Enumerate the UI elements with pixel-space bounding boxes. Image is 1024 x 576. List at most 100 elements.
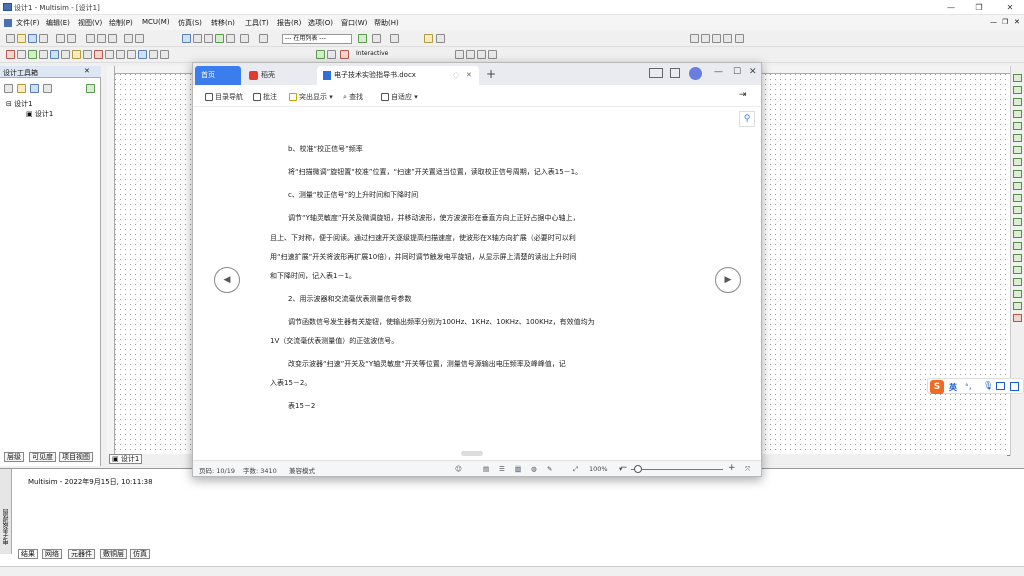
tab-simulation[interactable]: 仿真: [130, 549, 150, 559]
description-box-icon[interactable]: [226, 34, 235, 43]
context-help-icon[interactable]: [436, 34, 445, 43]
reading-view-icon[interactable]: ▥: [515, 465, 522, 473]
stop-icon[interactable]: [340, 50, 349, 59]
interactive-mode-label[interactable]: Interactive: [354, 50, 432, 60]
spectrum-analyzer-icon[interactable]: [1013, 218, 1022, 226]
indicator-component-icon[interactable]: [105, 50, 114, 59]
spreadsheet-view-icon[interactable]: [204, 34, 213, 43]
tab-document[interactable]: 电子技术实验指导书.docx ◌ ✕: [317, 66, 479, 85]
source-component-icon[interactable]: [6, 50, 15, 59]
tab-design1[interactable]: ▣ 设计1: [109, 454, 143, 464]
page-indicator[interactable]: 页码: 10/19: [199, 465, 235, 475]
outline-view-icon[interactable]: ☰: [499, 465, 505, 473]
window-layout-icon[interactable]: [649, 68, 663, 78]
tab-copper-layers[interactable]: 敷铜层: [100, 549, 127, 559]
fit-page-icon[interactable]: ⤢: [573, 465, 578, 474]
toggle-grid-icon[interactable]: [193, 34, 202, 43]
forward-annotate-icon[interactable]: [390, 34, 399, 43]
in-use-list-dropdown[interactable]: --- 在用列表 ---: [282, 34, 352, 44]
restore-button[interactable]: ❐: [972, 2, 986, 13]
misc-component-icon[interactable]: [127, 50, 136, 59]
mdi-close-button[interactable]: ✕: [1014, 18, 1020, 26]
paste-icon[interactable]: [108, 34, 117, 43]
iv-analyzer-icon[interactable]: [1013, 194, 1022, 202]
zoom-in-icon[interactable]: [690, 34, 699, 43]
exit-reading-icon[interactable]: ⇥: [739, 90, 747, 100]
zoom-area-icon[interactable]: [712, 34, 721, 43]
open-sample-icon[interactable]: [39, 34, 48, 43]
word-count[interactable]: 字数: 3410: [243, 465, 277, 475]
output-side-tab[interactable]: 电子表格视图: [0, 469, 12, 554]
highlight-button[interactable]: 突出显示 ▾: [289, 92, 333, 102]
menu-help[interactable]: 帮助(H): [374, 18, 399, 28]
close-design-icon[interactable]: [43, 84, 52, 93]
ime-punctuation[interactable]: °，: [965, 382, 976, 392]
grapher-icon[interactable]: [240, 34, 249, 43]
toc-navigation-button[interactable]: 目录导航: [205, 92, 243, 102]
ni-elvis-icon[interactable]: [1013, 302, 1022, 310]
cut-icon[interactable]: [86, 34, 95, 43]
tab-home[interactable]: 首页: [195, 66, 241, 85]
sogou-logo-icon[interactable]: S: [930, 380, 944, 394]
close-button[interactable]: ✕: [1003, 2, 1017, 13]
comment-button[interactable]: 批注: [253, 92, 277, 102]
open-icon[interactable]: [17, 34, 26, 43]
current-probe-icon[interactable]: [477, 50, 486, 59]
voltage-probe-icon[interactable]: [466, 50, 475, 59]
menu-reports[interactable]: 报告(R): [277, 18, 301, 28]
tab-bubble-icon[interactable]: ◌: [453, 66, 459, 85]
next-page-arrow-icon[interactable]: ▶: [715, 267, 741, 293]
document-page[interactable]: b、校准“校正信号”频率 将“扫描微调”旋钮置“校准”位置，“扫速”开关置适当位…: [193, 107, 761, 459]
agilent-oscilloscope-icon[interactable]: [1013, 266, 1022, 274]
zoom-in-button[interactable]: +: [728, 463, 736, 473]
power-component-icon[interactable]: [116, 50, 125, 59]
tab-nets[interactable]: 网络: [42, 549, 62, 559]
wps-minimize-icon[interactable]: —: [714, 67, 723, 77]
four-channel-oscilloscope-icon[interactable]: [1013, 122, 1022, 130]
horizontal-scroll-thumb[interactable]: [461, 451, 483, 456]
zoom-full-icon[interactable]: [735, 34, 744, 43]
keyboard-icon[interactable]: [996, 382, 1005, 390]
rf-component-icon[interactable]: [138, 50, 147, 59]
menu-tools[interactable]: 工具(T): [245, 18, 269, 28]
web-view-icon[interactable]: ◍: [531, 465, 537, 473]
zoom-slider-knob[interactable]: [634, 465, 642, 473]
erc-icon[interactable]: [358, 34, 367, 43]
logic-analyzer-icon[interactable]: [1013, 182, 1022, 190]
fullscreen-icon[interactable]: [182, 34, 191, 43]
menu-place[interactable]: 绘制(P): [109, 18, 133, 28]
user-avatar[interactable]: [689, 67, 702, 80]
wps-close-icon[interactable]: ✕: [749, 67, 757, 77]
ttl-component-icon[interactable]: [61, 50, 70, 59]
prev-page-arrow-icon[interactable]: ◀: [214, 267, 240, 293]
redo-icon[interactable]: [135, 34, 144, 43]
menu-transfer[interactable]: 转移(n): [211, 18, 235, 28]
doc-control-icon[interactable]: [4, 19, 12, 27]
mdi-minimize-button[interactable]: —: [990, 18, 997, 26]
menu-file[interactable]: 文件(F): [16, 18, 40, 28]
back-annotate-icon[interactable]: [372, 34, 381, 43]
run-icon[interactable]: [316, 50, 325, 59]
tree-expand-icon[interactable]: ⊟: [6, 100, 14, 108]
save-icon[interactable]: [28, 34, 37, 43]
panel-close-icon[interactable]: ✕: [84, 67, 90, 75]
labview-instrument-icon[interactable]: [1013, 290, 1022, 298]
tab-project-view[interactable]: 项目视图: [59, 452, 93, 462]
find-button[interactable]: ⌕ 查找: [343, 92, 363, 102]
save-design-icon[interactable]: [30, 84, 39, 93]
basic-component-icon[interactable]: [17, 50, 26, 59]
grid-view-icon[interactable]: [670, 68, 680, 78]
minimize-button[interactable]: —: [944, 2, 958, 13]
menu-window[interactable]: 窗口(W): [341, 18, 367, 28]
menu-view[interactable]: 视图(V): [78, 18, 102, 28]
microphone-icon[interactable]: 🎙: [983, 381, 993, 390]
auto-fit-button[interactable]: 自适应 ▾: [381, 92, 418, 102]
probe-icon[interactable]: [455, 50, 464, 59]
word-generator-icon[interactable]: [1013, 158, 1022, 166]
zoom-fit-icon[interactable]: [723, 34, 732, 43]
new-tab-icon[interactable]: +: [486, 67, 496, 81]
tree-root[interactable]: ⊟ 设计1: [6, 99, 33, 109]
wps-maximize-icon[interactable]: ☐: [733, 67, 741, 77]
tab-results[interactable]: 结果: [18, 549, 38, 559]
zoom-slider-track[interactable]: [631, 469, 723, 470]
